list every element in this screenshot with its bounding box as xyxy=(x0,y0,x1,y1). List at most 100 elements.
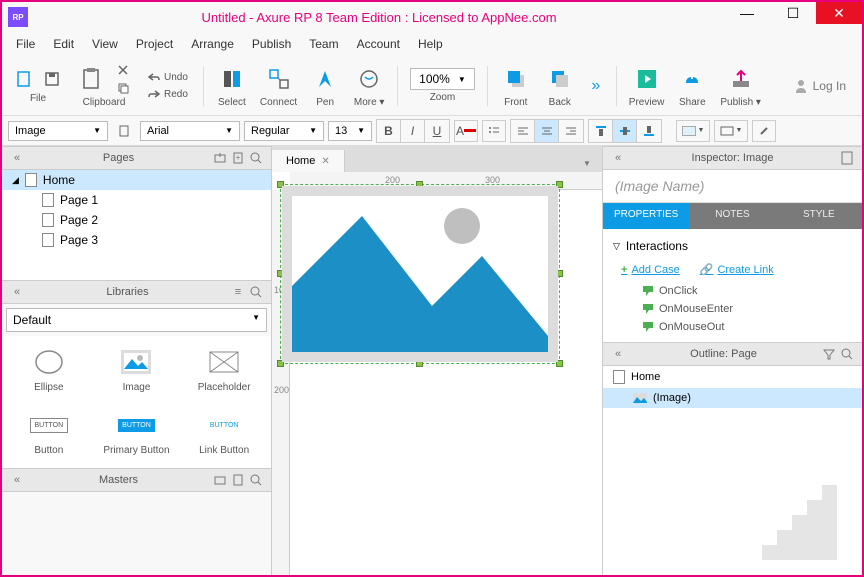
valign-bottom-button[interactable] xyxy=(637,120,661,142)
align-left-button[interactable] xyxy=(511,120,535,142)
menu-help[interactable]: Help xyxy=(410,34,451,54)
italic-button[interactable]: I xyxy=(401,120,425,142)
bullets-button[interactable] xyxy=(482,120,506,142)
bold-button[interactable]: B xyxy=(377,120,401,142)
filter-icon[interactable] xyxy=(820,345,838,363)
more-arrange-icon[interactable]: » xyxy=(584,74,608,98)
lib-placeholder[interactable]: Placeholder xyxy=(181,340,267,401)
add-folder-icon[interactable] xyxy=(211,149,229,167)
close-button[interactable]: ✕ xyxy=(816,2,862,24)
new-file-icon[interactable] xyxy=(12,67,36,91)
event-onmouseout[interactable]: OnMouseOut xyxy=(613,318,852,336)
maximize-button[interactable]: ☐ xyxy=(770,2,816,24)
search-library-icon[interactable] xyxy=(247,283,265,301)
add-case-link[interactable]: +Add Case xyxy=(621,263,680,276)
preview-icon[interactable] xyxy=(631,63,663,95)
add-folder-icon[interactable] xyxy=(211,471,229,489)
preview-label: Preview xyxy=(629,97,665,108)
size-select[interactable]: 13▼ xyxy=(328,121,372,141)
valign-middle-button[interactable] xyxy=(613,120,637,142)
inspector-page-icon[interactable] xyxy=(838,149,856,167)
search-pages-icon[interactable] xyxy=(247,149,265,167)
minimize-button[interactable]: — xyxy=(724,2,770,24)
valign-top-button[interactable] xyxy=(589,120,613,142)
front-icon[interactable] xyxy=(500,63,532,95)
outline-home[interactable]: Home xyxy=(603,366,862,388)
menu-project[interactable]: Project xyxy=(128,34,181,54)
tab-home[interactable]: Home✕ xyxy=(272,150,345,172)
menu-arrange[interactable]: Arrange xyxy=(183,34,242,54)
menubar: File Edit View Project Arrange Publish T… xyxy=(2,32,862,56)
underline-button[interactable]: U xyxy=(425,120,449,142)
more-tools-icon[interactable] xyxy=(353,63,385,95)
collapse-icon[interactable]: « xyxy=(609,149,627,167)
paste-icon[interactable] xyxy=(76,63,108,95)
tab-properties[interactable]: PROPERTIES xyxy=(603,203,689,229)
interactions-heading[interactable]: ▽Interactions xyxy=(613,235,852,257)
cut-button[interactable] xyxy=(114,63,132,77)
menu-edit[interactable]: Edit xyxy=(45,34,82,54)
close-tab-icon[interactable]: ✕ xyxy=(321,156,329,167)
publish-icon[interactable] xyxy=(725,63,757,95)
zoom-select[interactable]: 100%▼ xyxy=(410,68,475,90)
outline-image[interactable]: (Image) xyxy=(603,388,862,408)
widget-name-field[interactable]: (Image Name) xyxy=(603,170,862,203)
paste-style-icon[interactable] xyxy=(112,120,136,142)
lib-image[interactable]: Image xyxy=(94,340,180,401)
add-master-icon[interactable] xyxy=(229,471,247,489)
weight-select[interactable]: Regular▼ xyxy=(244,121,324,141)
event-icon xyxy=(643,286,653,296)
main-toolbar: File Clipboard Undo Redo Select Connect … xyxy=(2,56,862,116)
line-style-button[interactable] xyxy=(752,120,776,142)
lib-button[interactable]: BUTTONButton xyxy=(6,403,92,464)
share-label: Share xyxy=(679,97,706,108)
menu-team[interactable]: Team xyxy=(301,34,346,54)
collapse-icon[interactable]: « xyxy=(609,345,627,363)
collapse-icon[interactable]: « xyxy=(8,149,26,167)
text-color-button[interactable]: A xyxy=(454,120,478,142)
login-button[interactable]: Log In xyxy=(783,74,856,98)
page-item-home[interactable]: ◢Home xyxy=(2,170,271,190)
line-color-button[interactable]: ▼ xyxy=(714,120,748,142)
back-icon[interactable] xyxy=(544,63,576,95)
save-icon[interactable] xyxy=(40,67,64,91)
lib-link-button[interactable]: BUTTONLink Button xyxy=(181,403,267,464)
tab-notes[interactable]: NOTES xyxy=(689,203,775,229)
collapse-icon[interactable]: « xyxy=(8,471,26,489)
menu-view[interactable]: View xyxy=(84,34,126,54)
canvas-area[interactable]: 200 300 100 200 xyxy=(272,172,602,575)
library-menu-icon[interactable]: ≡ xyxy=(229,283,247,301)
share-icon[interactable] xyxy=(676,63,708,95)
align-right-button[interactable] xyxy=(559,120,583,142)
connect-tool-icon[interactable] xyxy=(263,63,295,95)
menu-publish[interactable]: Publish xyxy=(244,34,299,54)
pen-tool-icon[interactable] xyxy=(309,63,341,95)
add-page-icon[interactable]: + xyxy=(229,149,247,167)
fill-color-button[interactable]: ▼ xyxy=(676,120,710,142)
menu-account[interactable]: Account xyxy=(349,34,408,54)
lib-ellipse[interactable]: Ellipse xyxy=(6,340,92,401)
collapse-icon[interactable]: « xyxy=(8,283,26,301)
pen-label: Pen xyxy=(316,97,334,108)
copy-button[interactable] xyxy=(114,81,132,95)
search-masters-icon[interactable] xyxy=(247,471,265,489)
tab-style[interactable]: STYLE xyxy=(776,203,862,229)
widget-type-select[interactable]: Image▼ xyxy=(8,121,108,141)
font-select[interactable]: Arial▼ xyxy=(140,121,240,141)
lib-primary-button[interactable]: BUTTONPrimary Button xyxy=(94,403,180,464)
event-onmouseenter[interactable]: OnMouseEnter xyxy=(613,300,852,318)
event-onclick[interactable]: OnClick xyxy=(613,282,852,300)
page-item-page2[interactable]: Page 2 xyxy=(2,210,271,230)
create-link-link[interactable]: 🔗Create Link xyxy=(700,263,774,276)
page-item-page3[interactable]: Page 3 xyxy=(2,230,271,250)
menu-file[interactable]: File xyxy=(8,34,43,54)
redo-button[interactable]: Redo xyxy=(144,88,191,101)
select-tool-icon[interactable] xyxy=(216,63,248,95)
tab-menu-icon[interactable]: ▼ xyxy=(578,154,596,172)
search-outline-icon[interactable] xyxy=(838,345,856,363)
page-item-page1[interactable]: Page 1 xyxy=(2,190,271,210)
align-center-button[interactable] xyxy=(535,120,559,142)
image-widget[interactable] xyxy=(282,186,558,362)
undo-button[interactable]: Undo xyxy=(144,71,191,84)
library-select[interactable]: Default▼ xyxy=(6,308,267,332)
